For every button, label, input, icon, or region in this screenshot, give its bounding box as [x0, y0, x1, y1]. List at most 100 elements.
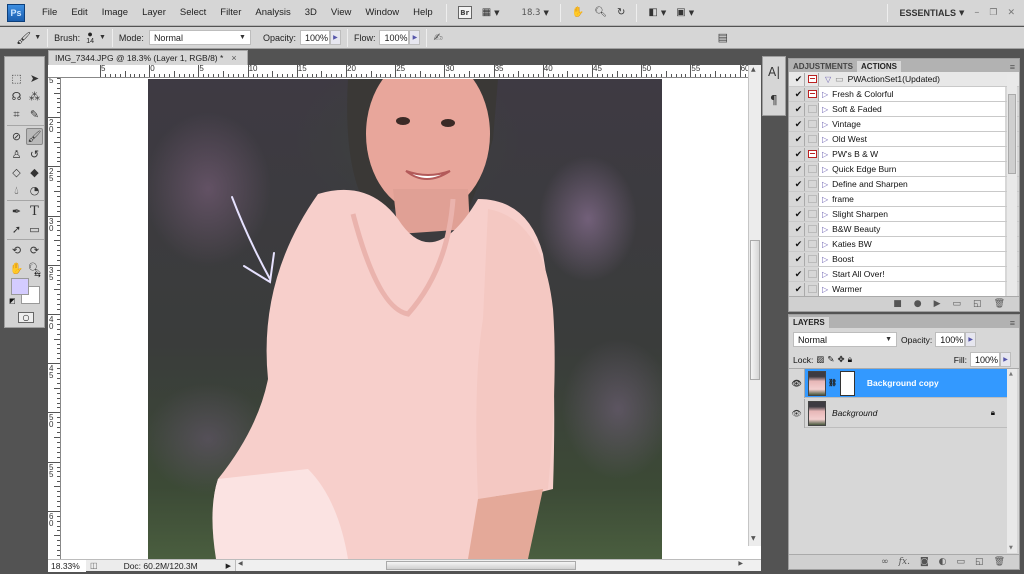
- screen-mode-button[interactable]: ▣ ▼: [671, 7, 699, 18]
- history-brush-tool[interactable]: ↺: [26, 146, 43, 163]
- expand-triangle-icon[interactable]: ▷: [822, 210, 828, 219]
- minimize-button[interactable]: –: [969, 7, 984, 18]
- tab-layers[interactable]: LAYERS: [789, 317, 829, 328]
- dialog-toggle[interactable]: [807, 147, 819, 161]
- workspace-switcher[interactable]: ESSENTIALS ▼: [894, 8, 969, 18]
- new-action-icon[interactable]: ◱: [973, 299, 982, 309]
- new-set-icon[interactable]: ▭: [953, 299, 962, 309]
- horizontal-scrollbar[interactable]: ◀ ▶: [234, 560, 761, 571]
- toggle-checkbox[interactable]: ✔: [793, 222, 805, 236]
- marquee-tool[interactable]: ⬚: [8, 70, 25, 87]
- dialog-toggle[interactable]: [807, 87, 819, 101]
- opacity-slider-button[interactable]: ▶: [329, 30, 341, 45]
- swap-colors-icon[interactable]: ⇆: [34, 270, 41, 279]
- scroll-left-arrow[interactable]: ◀: [238, 560, 243, 567]
- horizontal-ruler[interactable]: 5051015202530354045505560: [48, 65, 748, 78]
- mask-link-icon[interactable]: ⛓︎: [828, 379, 837, 387]
- expand-triangle-icon[interactable]: ▷: [822, 195, 828, 204]
- action-row[interactable]: ✔ ▷ Vintage: [789, 117, 1019, 132]
- layers-scrollbar[interactable]: ▲ ▼: [1007, 369, 1017, 553]
- layer-opacity-slider-button[interactable]: ▶: [965, 332, 977, 347]
- fx-icon[interactable]: fx.: [899, 557, 910, 567]
- document-tab[interactable]: IMG_7344.JPG @ 18.3% (Layer 1, RGB/8) * …: [48, 50, 248, 65]
- expand-triangle-icon[interactable]: ▷: [822, 285, 828, 294]
- dialog-toggle[interactable]: [807, 162, 819, 176]
- opacity-field[interactable]: 100%: [299, 30, 330, 45]
- visibility-eye-icon[interactable]: 👁︎: [789, 398, 805, 428]
- crop-tool[interactable]: ⌗: [8, 106, 25, 123]
- toggle-checkbox[interactable]: ✔: [793, 192, 805, 206]
- zoom-tool-button[interactable]: 🔍︎: [589, 7, 612, 18]
- link-icon[interactable]: ∞: [881, 557, 889, 567]
- menu-layer[interactable]: Layer: [135, 7, 173, 18]
- paragraph-panel-button[interactable]: ¶: [770, 93, 778, 107]
- play-icon[interactable]: ▶: [934, 299, 941, 309]
- horizontal-scroll-thumb[interactable]: [385, 561, 576, 570]
- visibility-eye-icon[interactable]: 👁︎: [789, 368, 805, 398]
- view-extras-button[interactable]: ▦ ▼: [477, 7, 505, 18]
- scroll-up-arrow[interactable]: ▲: [1009, 371, 1013, 377]
- lock-position-icon[interactable]: ✥: [837, 354, 844, 365]
- paint-bucket-tool[interactable]: ◆: [26, 164, 43, 181]
- default-colors-icon[interactable]: ◩: [9, 297, 16, 305]
- lock-pixels-icon[interactable]: ✎: [827, 354, 834, 365]
- tab-actions[interactable]: ACTIONS: [857, 61, 902, 72]
- expand-triangle-icon[interactable]: ▷: [822, 135, 828, 144]
- action-row[interactable]: ✔ ▷ Soft & Faded: [789, 102, 1019, 117]
- hand-tool[interactable]: ✋: [8, 260, 25, 277]
- expand-triangle-icon[interactable]: ▷: [822, 165, 828, 174]
- layer-row[interactable]: 👁︎ ⛓︎ Background copy: [789, 368, 1007, 398]
- restore-button[interactable]: ❐: [984, 8, 1002, 18]
- close-document-icon[interactable]: ×: [231, 53, 236, 63]
- quick-mask-button[interactable]: ○: [18, 312, 34, 323]
- toggle-checkbox[interactable]: ✔: [793, 117, 805, 131]
- lock-all-icon[interactable]: 🔒︎: [848, 354, 853, 365]
- scroll-down-arrow[interactable]: ▼: [1009, 545, 1013, 551]
- fill-field[interactable]: 100%: [970, 352, 1000, 367]
- dialog-toggle[interactable]: [807, 282, 819, 296]
- layer-mask-thumbnail[interactable]: [839, 370, 855, 396]
- toggle-checkbox[interactable]: ✔: [793, 177, 805, 191]
- action-row[interactable]: ✔ ▷ Katies BW: [789, 237, 1019, 252]
- brush-preset-picker[interactable]: ● 14: [86, 29, 94, 46]
- delete-icon[interactable]: 🗑︎: [994, 557, 1005, 567]
- scroll-up-arrow[interactable]: ▲: [751, 66, 756, 73]
- menu-3d[interactable]: 3D: [298, 7, 324, 18]
- expand-triangle-icon[interactable]: ▷: [822, 90, 828, 99]
- expand-triangle-icon[interactable]: ▷: [822, 225, 828, 234]
- stop-icon[interactable]: ■: [893, 299, 902, 309]
- dialog-toggle[interactable]: [807, 237, 819, 251]
- brush-tool[interactable]: 🖌︎: [26, 128, 43, 145]
- mask-icon[interactable]: ◙: [920, 557, 929, 567]
- zoom-field[interactable]: 18.33%: [48, 559, 86, 572]
- panel-menu-icon[interactable]: ≡: [1010, 318, 1015, 328]
- layer-opacity-field[interactable]: 100%: [935, 332, 966, 347]
- vertical-scroll-thumb[interactable]: [750, 240, 760, 380]
- toggle-checkbox[interactable]: ✔: [793, 132, 805, 146]
- lasso-tool[interactable]: ☊: [8, 88, 25, 105]
- vertical-ruler[interactable]: 1 5 2 0 2 5 3 0 3 5 4 0 4 5 5 0 5 5 6 0: [48, 78, 61, 559]
- delete-icon[interactable]: 🗑︎: [994, 299, 1005, 309]
- toggle-checkbox[interactable]: ✔: [793, 102, 805, 116]
- dodge-tool[interactable]: ◔: [26, 182, 43, 199]
- eraser-tool[interactable]: ◇: [8, 164, 25, 181]
- eyedropper-tool[interactable]: ✎: [26, 106, 43, 123]
- record-icon[interactable]: ●: [914, 299, 922, 309]
- expand-triangle-icon[interactable]: ▷: [822, 240, 828, 249]
- dialog-toggle[interactable]: [807, 252, 819, 266]
- toggle-checkbox[interactable]: ✔: [793, 252, 805, 266]
- rectangle-tool[interactable]: ▭: [26, 221, 43, 238]
- actions-scrollbar[interactable]: [1007, 74, 1017, 296]
- dialog-toggle[interactable]: [807, 267, 819, 281]
- toggle-checkbox[interactable]: ✔: [793, 87, 805, 101]
- action-row[interactable]: ✔ ▷ Slight Sharpen: [789, 207, 1019, 222]
- toggle-checkbox[interactable]: ✔: [793, 267, 805, 281]
- lock-transparency-icon[interactable]: ▨: [816, 354, 824, 365]
- menu-view[interactable]: View: [324, 7, 358, 18]
- dialog-toggle[interactable]: [807, 207, 819, 221]
- brush-panel-toggle[interactable]: ▤: [718, 31, 728, 44]
- hand-tool-button[interactable]: ✋: [567, 7, 589, 18]
- expand-triangle-icon[interactable]: ▷: [822, 120, 828, 129]
- expand-triangle-icon[interactable]: ▷: [822, 180, 828, 189]
- type-tool[interactable]: T: [26, 203, 43, 220]
